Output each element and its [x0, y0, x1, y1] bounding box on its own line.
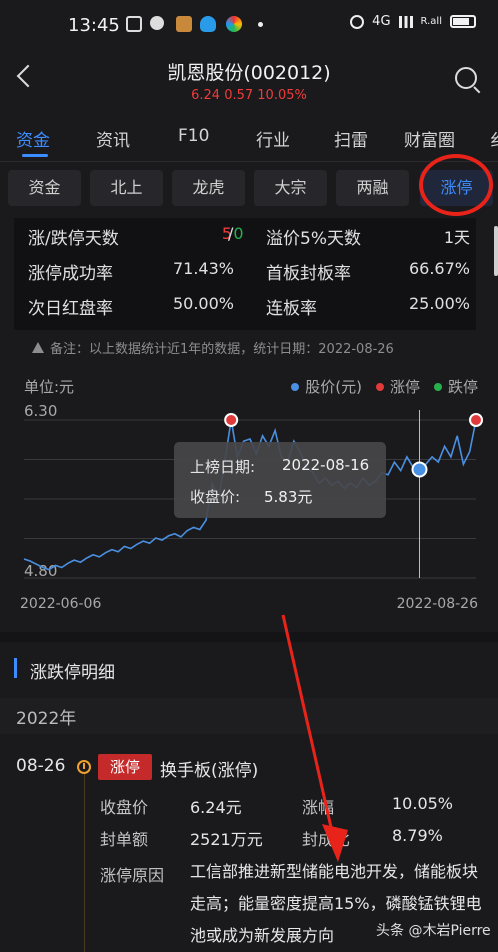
first-seal-value: 66.67% — [408, 259, 470, 278]
game-icon — [176, 16, 192, 32]
stats-note: 备注：以上数据统计近1年的数据，统计日期：2022-08-26 — [32, 338, 394, 357]
tooltip-close-value: 5.83元 — [264, 488, 313, 506]
tab-industry[interactable]: 行业 — [256, 126, 290, 151]
tab-active-indicator — [22, 154, 48, 157]
premium-days-label: 溢价5%天数 — [266, 229, 361, 249]
consecutive-label: 连板率 — [266, 299, 317, 319]
section-accent-bar — [14, 658, 17, 678]
chart-unit-label: 单位:元 — [24, 378, 75, 396]
stock-quote: 6.24 0.57 10.05% — [191, 88, 307, 103]
scrollbar[interactable] — [494, 226, 498, 276]
seal-amount-label: 封单额 — [100, 830, 149, 849]
clock-icon — [77, 760, 91, 774]
subtab-dragon-tiger[interactable]: 龙虎 — [172, 170, 245, 206]
tab-risk-scan[interactable]: 扫雷 — [334, 126, 368, 151]
browser-icon — [226, 16, 242, 32]
status-time: 13:45 — [68, 15, 120, 36]
premium-days-value: 1天 — [443, 228, 470, 247]
x-tick-label: 2022-08-26 — [397, 596, 478, 612]
close-price-value: 6.24元 — [190, 798, 242, 817]
stock-title: 凯恩股份(002012) — [167, 62, 331, 84]
next-red-label: 次日红盘率 — [28, 299, 113, 319]
tab-wealth-circle[interactable]: 财富圈 — [404, 126, 455, 151]
tooltip-date-label: 上榜日期: — [190, 458, 256, 476]
qq-icon — [200, 16, 216, 32]
y-tick-label: 4.80 — [24, 562, 57, 580]
tooltip-close-label: 收盘价: — [190, 488, 241, 506]
warning-icon — [32, 342, 44, 353]
section-title: 涨跌停明细 — [30, 663, 115, 683]
next-red-value: 50.00% — [172, 294, 234, 313]
sub-tabs: 资金 北上 龙虎 大宗 两融 涨停 — [0, 166, 498, 216]
detail-section-header: 涨跌停明细 — [0, 650, 498, 690]
y-tick-label: 6.30 — [24, 402, 57, 420]
dot-icon — [258, 22, 263, 27]
legend-price: 股价(元) — [291, 376, 362, 397]
consecutive-value: 25.00% — [408, 294, 470, 313]
tab-funds[interactable]: 资金 — [16, 126, 50, 151]
subtab-block-trade[interactable]: 大宗 — [254, 170, 327, 206]
legend-limit-down: 跌停 — [433, 376, 478, 397]
tab-more[interactable]: 纟 — [490, 126, 498, 151]
limit-up-marker — [224, 413, 239, 427]
tab-news[interactable]: 资讯 — [96, 126, 130, 151]
chart-legend: 股价(元) 涨停 跌停 — [291, 376, 478, 397]
subtab-funds[interactable]: 资金 — [8, 170, 81, 206]
main-tabs: 资金 资讯 F10 行业 扫雷 财富圈 纟 — [0, 112, 498, 162]
notification-icon — [126, 16, 142, 32]
record-title: 换手板(涨停) — [160, 761, 259, 781]
legend-limit-up: 涨停 — [375, 376, 420, 397]
status-bar: 13:45 4G R.all — [0, 0, 498, 50]
app-icon — [150, 16, 164, 30]
success-rate-value: 71.43% — [172, 259, 234, 278]
note-text: 备注：以上数据统计近1年的数据，统计日期：2022-08-26 — [50, 342, 394, 357]
search-icon[interactable] — [452, 64, 484, 96]
success-rate-label: 涨停成功率 — [28, 264, 113, 284]
status-right: 4G R.all — [350, 14, 476, 29]
x-tick-label: 2022-06-06 — [20, 596, 101, 612]
network-label: 4G — [372, 14, 391, 29]
signal-label: R.all — [420, 16, 442, 27]
chart-tooltip: 上榜日期: 2022-08-16 收盘价: 5.83元 — [174, 442, 386, 518]
battery-icon — [450, 15, 476, 28]
change-value: 10.05% — [392, 794, 454, 813]
first-seal-label: 首板封板率 — [266, 264, 351, 284]
title-bar: 凯恩股份(002012) 6.24 0.57 10.05% — [0, 50, 498, 112]
year-row: 2022年 — [0, 698, 498, 734]
seal-ratio-value: 8.79% — [392, 826, 443, 845]
limit-up-marker — [469, 413, 483, 427]
year-label: 2022年 — [16, 709, 77, 729]
reason-label: 涨停原因 — [100, 866, 165, 885]
seal-amount-value: 2521万元 — [190, 830, 263, 849]
limit-up-tag: 涨停 — [98, 754, 152, 780]
section-divider — [0, 632, 498, 642]
close-price-label: 收盘价 — [100, 798, 149, 817]
subtab-northbound[interactable]: 北上 — [90, 170, 163, 206]
seal-ratio-label: 封成比 — [302, 830, 351, 849]
tab-f10[interactable]: F10 — [178, 126, 209, 146]
signal-icon — [398, 15, 413, 28]
subtab-limit-up[interactable]: 涨停 — [420, 170, 493, 206]
limit-down-days: /0 — [228, 224, 244, 243]
tooltip-date-value: 2022-08-16 — [282, 456, 370, 474]
watermark: 头条 @木岩Pierre — [376, 923, 491, 939]
timeline-line — [84, 774, 85, 952]
limit-stats-panel: 涨/跌停天数 5 /0 溢价5%天数 1天 涨停成功率 71.43% 首板封板率… — [14, 218, 476, 330]
subtab-margin[interactable]: 两融 — [336, 170, 409, 206]
highlight-point — [411, 461, 428, 478]
limit-days-label: 涨/跌停天数 — [28, 229, 119, 249]
record-date: 08-26 — [16, 756, 66, 776]
alarm-icon — [350, 14, 365, 29]
change-label: 涨幅 — [302, 798, 335, 817]
